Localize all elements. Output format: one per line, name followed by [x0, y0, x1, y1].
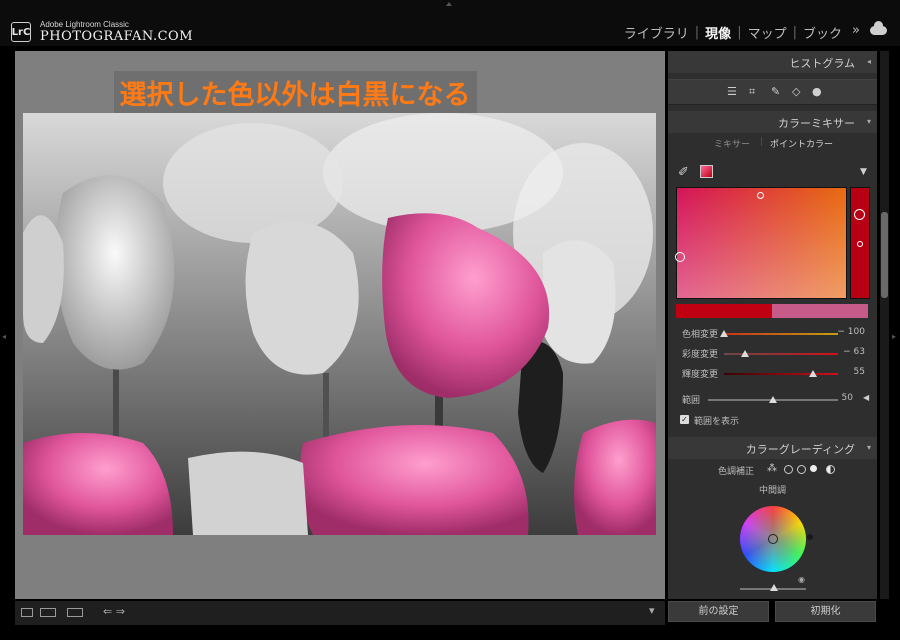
midtone-luminance-thumb[interactable]	[770, 584, 778, 591]
wheel-visibility-icon[interactable]: ◉	[798, 575, 805, 584]
redeye-icon[interactable]: ◇	[792, 85, 800, 98]
luminance-shift-label: 輝度変更	[682, 370, 719, 380]
midtones-icon[interactable]	[797, 465, 806, 474]
top-panel-toggle[interactable]	[446, 2, 452, 6]
sliders-icon[interactable]: ☰	[727, 85, 737, 98]
saturation-shift-label: 彩度変更	[682, 350, 719, 360]
histogram-header[interactable]: ヒストグラム ◂	[668, 51, 877, 73]
tulip-photo	[23, 113, 656, 535]
reset-button[interactable]: 初期化	[775, 601, 876, 622]
left-panel-toggle[interactable]: ◂	[2, 332, 6, 341]
selected-color-swatch	[676, 304, 772, 318]
mask-icon[interactable]: ●	[812, 85, 822, 98]
develop-right-panel: ヒストグラム ◂ ☰ ⌗ ✎ ◇ ● カラーミキサー ▾ ミキサー | ポイント…	[668, 51, 877, 599]
hue-shift-value[interactable]: − 100	[837, 327, 865, 337]
range-toggle-icon[interactable]: ◀	[863, 393, 869, 402]
color-grading-header[interactable]: カラーグレーディング ▾	[668, 437, 877, 459]
hue-shift-label: 色相変更	[682, 330, 719, 340]
crop-icon[interactable]: ⌗	[749, 85, 755, 99]
panel-scroll-thumb[interactable]	[881, 212, 888, 298]
tool-strip: ☰ ⌗ ✎ ◇ ●	[668, 79, 877, 105]
module-develop[interactable]: 現像	[699, 23, 737, 42]
luminance-shift-thumb[interactable]	[808, 370, 817, 377]
image-view: 選択した色以外は白黒になる	[15, 51, 665, 599]
app-name: Adobe Lightroom Classic	[40, 20, 129, 29]
panel-scrollbar[interactable]	[880, 51, 889, 599]
range-label: 範囲	[682, 396, 701, 406]
headline-overlay: 選択した色以外は白黒になる	[113, 71, 477, 116]
hue-strip[interactable]	[850, 187, 870, 299]
filmstrip-toolbar: ⇐ ⇒ ▾	[15, 601, 665, 625]
show-range-checkbox[interactable]: ✓	[680, 415, 689, 424]
module-map[interactable]: マップ	[742, 23, 793, 42]
show-range-label: 範囲を表示	[694, 417, 740, 427]
global-icon[interactable]	[826, 465, 835, 474]
color-mixer-header[interactable]: カラーミキサー ▾	[668, 111, 877, 133]
module-library[interactable]: ライブラリ	[618, 23, 695, 42]
loupe-view-icon[interactable]	[21, 608, 33, 617]
more-modules-button[interactable]: »	[852, 23, 860, 38]
picker-range-knob[interactable]	[675, 252, 685, 262]
hue-knob-bottom[interactable]	[857, 241, 863, 247]
range-thumb[interactable]	[769, 396, 777, 403]
module-book[interactable]: ブック	[797, 23, 848, 42]
midtone-label: 中間調	[759, 486, 787, 496]
hue-knob-top[interactable]	[854, 209, 865, 220]
picker-point-knob[interactable]	[757, 192, 764, 199]
shadows-icon[interactable]	[784, 465, 793, 474]
right-panel-toggle[interactable]: ▸	[892, 332, 896, 341]
tab-mixer[interactable]: ミキサー	[714, 137, 750, 150]
wheel-luminance-dot[interactable]	[807, 534, 813, 540]
previous-settings-button[interactable]: 前の設定	[668, 601, 769, 622]
luminance-shift-slider[interactable]	[724, 373, 838, 375]
identity-plate: PHOTOGRAFAN.COM	[40, 29, 194, 44]
compare-view-icon[interactable]	[40, 608, 56, 617]
hue-shift-slider[interactable]	[724, 333, 838, 335]
heal-icon[interactable]: ✎	[771, 85, 780, 98]
hue-shift-thumb[interactable]	[720, 330, 728, 337]
lrc-icon: LrC	[11, 22, 31, 42]
cloud-icon[interactable]	[870, 21, 887, 35]
tab-point-color[interactable]: ポイントカラー	[770, 137, 833, 150]
range-value[interactable]: 50	[842, 393, 853, 403]
before-after-icon[interactable]	[67, 608, 83, 617]
arrow-nav-icon[interactable]: ⇐ ⇒	[103, 605, 125, 618]
saturation-luminance-picker[interactable]	[675, 187, 847, 299]
swatch-dropdown-icon[interactable]: ▼	[860, 167, 867, 177]
highlights-icon[interactable]	[810, 465, 817, 472]
adjusted-color-swatch	[772, 304, 868, 318]
three-way-icon[interactable]: ⁂	[767, 463, 777, 474]
luminance-shift-value[interactable]: 55	[854, 367, 865, 377]
wheel-center-knob[interactable]	[768, 534, 778, 544]
tone-adjust-label: 色調補正	[718, 467, 755, 477]
module-picker: ライブラリ | 現像 | マップ | ブック	[618, 23, 848, 42]
eyedropper-icon[interactable]: ✐	[678, 165, 689, 180]
toolbar-menu-icon[interactable]: ▾	[649, 604, 655, 617]
color-swatch-icon[interactable]	[700, 165, 713, 178]
saturation-shift-thumb[interactable]	[740, 350, 749, 357]
saturation-shift-value[interactable]: − 63	[843, 347, 865, 357]
